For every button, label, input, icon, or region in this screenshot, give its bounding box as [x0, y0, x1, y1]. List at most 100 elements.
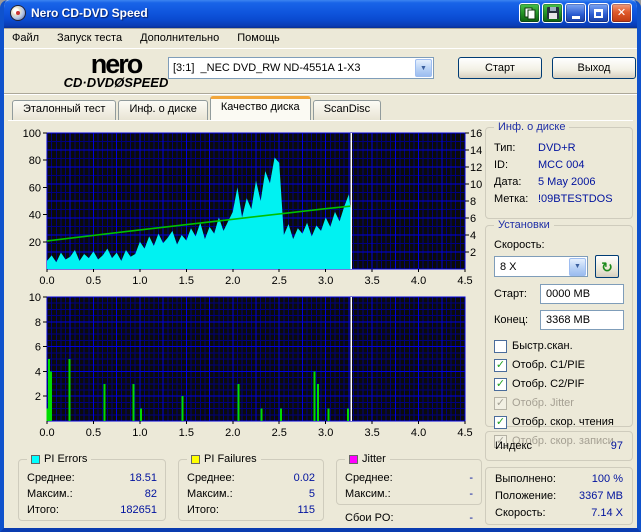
svg-text:6: 6 [35, 342, 41, 354]
exit-button[interactable]: Выход [552, 57, 636, 79]
end-position-label: Конец: [494, 314, 529, 326]
stat-legend: PI Failures [187, 453, 261, 465]
checkbox-box[interactable]: ✓ [494, 415, 507, 429]
svg-text:16: 16 [470, 128, 482, 140]
svg-text:1.0: 1.0 [132, 275, 147, 287]
checkbox-Быстр.скан.[interactable]: ✓ Быстр.скан. [494, 337, 624, 355]
copy-button[interactable] [519, 3, 540, 23]
tab-Эталонный тест[interactable]: Эталонный тест [12, 100, 117, 120]
start-position-row: Старт: 0000 MB [494, 284, 624, 304]
svg-text:8: 8 [470, 196, 476, 208]
progress-label: Выполнено: [495, 473, 556, 485]
stat-title: PI Errors [44, 453, 88, 465]
index-box: Индекс 97 [485, 431, 633, 461]
statistics-row: PI Errors Среднее: 18.51 Максим.: 82 Итого: 18… [8, 453, 486, 525]
close-icon: ✕ [616, 6, 627, 19]
minimize-button[interactable] [565, 3, 586, 23]
start-position-label: Старт: [494, 288, 527, 300]
pi-errors-chart: 20 40 60 80 100 2 4 6 8 10 12 14 16 0.0 0.5 1.0 1.5 2.0 2.… [9, 125, 483, 292]
legend-swatch-icon [191, 454, 200, 464]
stat-legend: Jitter [345, 453, 390, 465]
save-button[interactable] [542, 3, 563, 23]
menu-item-Запуск теста[interactable]: Запуск теста [57, 32, 122, 44]
svg-text:1.5: 1.5 [179, 275, 194, 287]
svg-text:0.0: 0.0 [39, 427, 54, 439]
checkbox-Отобр. C1/PIE[interactable]: ✓ Отобр. C1/PIE [494, 356, 624, 374]
progress-label: Скорость: [495, 507, 546, 519]
checkbox-box[interactable]: ✓ [494, 339, 507, 353]
progress-value: 7.14 X [591, 507, 623, 519]
drive-select-value: [3:1] _NEC DVD_RW ND-4551A 1-X3 [173, 62, 361, 74]
checkbox-box[interactable]: ✓ [494, 377, 507, 391]
drive-select-arrow[interactable]: ▼ [415, 59, 432, 77]
svg-text:12: 12 [470, 162, 482, 174]
stat-label: Итого: [27, 504, 59, 516]
svg-text:40: 40 [29, 210, 41, 222]
legend-swatch-icon [31, 454, 40, 464]
svg-text:1.5: 1.5 [179, 427, 194, 439]
stat-row: Среднее: 0.02 [187, 470, 315, 486]
svg-text:3.0: 3.0 [318, 275, 333, 287]
checkbox-label: Отобр. скор. чтения [512, 416, 614, 428]
stat-value: 82 [144, 488, 157, 500]
title-bar[interactable]: Nero CD-DVD Speed ✕ [4, 0, 637, 28]
chevron-down-icon: ▼ [574, 263, 581, 270]
settings-group: Установки Скорость: 8 X ▼ ↻ Старт: 0000 … [485, 219, 633, 448]
checkbox-Отобр. C2/PIF[interactable]: ✓ Отобр. C2/PIF [494, 375, 624, 393]
stat-title: PI Failures [204, 453, 257, 465]
svg-text:0.0: 0.0 [39, 275, 54, 287]
stat-row: Итого: 115 [187, 502, 315, 518]
stat-title: Jitter [362, 453, 386, 465]
tab-ScanDisc[interactable]: ScanDisc [312, 100, 382, 120]
maximize-button[interactable] [588, 3, 609, 23]
disc-info-title: Инф. о диске [494, 121, 570, 133]
stat-row: Среднее: 18.51 [27, 470, 157, 486]
end-position-row: Конец: 3368 MB [494, 310, 624, 330]
maximize-icon [594, 8, 603, 18]
disc-info-label: Метка: [494, 193, 529, 205]
start-button[interactable]: Старт [458, 57, 542, 79]
checkbox-label: Отобр. C2/PIF [512, 378, 585, 390]
menu-item-Файл[interactable]: Файл [12, 32, 39, 44]
speed-select[interactable]: 8 X ▼ [494, 256, 588, 277]
window-title: Nero CD-DVD Speed [31, 6, 148, 20]
legend-swatch-icon [349, 454, 358, 464]
stat-row: Итого: 182651 [27, 502, 157, 518]
speed-label: Скорость: [494, 239, 545, 251]
checkbox-box[interactable]: ✓ [494, 358, 507, 372]
progress-box: Выполнено: 100 % Положение: 3367 MB Скорость… [485, 467, 633, 525]
svg-text:4: 4 [470, 230, 476, 242]
progress-value: 100 % [591, 473, 623, 485]
stat-box-PI Failures: PI Failures Среднее: 0.02 Максим.: 5 Итого: 11… [178, 453, 324, 521]
svg-text:4.0: 4.0 [411, 275, 426, 287]
speed-select-arrow[interactable]: ▼ [569, 257, 586, 276]
svg-text:10: 10 [29, 292, 41, 304]
stat-row: Максим.: 5 [187, 486, 315, 502]
drive-select[interactable]: [3:1] _NEC DVD_RW ND-4551A 1-X3 ▼ [168, 57, 434, 79]
pi-failures-chart: 2 4 6 8 10 0.0 0.5 1.0 1.5 2.0 2.5 3.0 3.5 4.0 4.5 [9, 291, 483, 444]
start-position-input[interactable]: 0000 MB [540, 284, 624, 304]
svg-text:100: 100 [23, 128, 41, 140]
stat-col-PI Failures: PI Failures Среднее: 0.02 Максим.: 5 Итого: 11… [178, 453, 324, 521]
svg-text:2.5: 2.5 [272, 275, 287, 287]
end-position-input[interactable]: 3368 MB [540, 310, 624, 330]
refresh-icon: ↻ [601, 258, 613, 275]
tab-Инф. о диске[interactable]: Инф. о диске [118, 100, 208, 120]
checkbox-Отобр. скор. чтения[interactable]: ✓ Отобр. скор. чтения [494, 413, 624, 431]
speed-select-value: 8 X [500, 260, 517, 273]
checkmark-icon: ✓ [495, 415, 506, 428]
menu-item-Помощь[interactable]: Помощь [237, 32, 280, 44]
close-button[interactable]: ✕ [611, 3, 632, 23]
progress-row: Положение: 3367 MB [495, 488, 623, 504]
checkbox-label: Быстр.скан. [512, 340, 573, 352]
refresh-button[interactable]: ↻ [595, 255, 619, 278]
menu-bar: Файл Запуск теста Дополнительно Помощь [4, 28, 637, 49]
checkbox-Отобр. Jitter: ✓ Отобр. Jitter [494, 394, 624, 412]
checkmark-icon: ✓ [495, 377, 506, 390]
svg-text:0.5: 0.5 [86, 427, 101, 439]
svg-text:2: 2 [470, 247, 476, 259]
tab-Качество диска[interactable]: Качество диска [209, 96, 311, 120]
disc-info-row: Метка: !09BTESTDOS [494, 191, 624, 208]
menu-item-Дополнительно[interactable]: Дополнительно [140, 32, 219, 44]
stat-col-PI Errors: PI Errors Среднее: 18.51 Максим.: 82 Итого: 18… [18, 453, 166, 521]
